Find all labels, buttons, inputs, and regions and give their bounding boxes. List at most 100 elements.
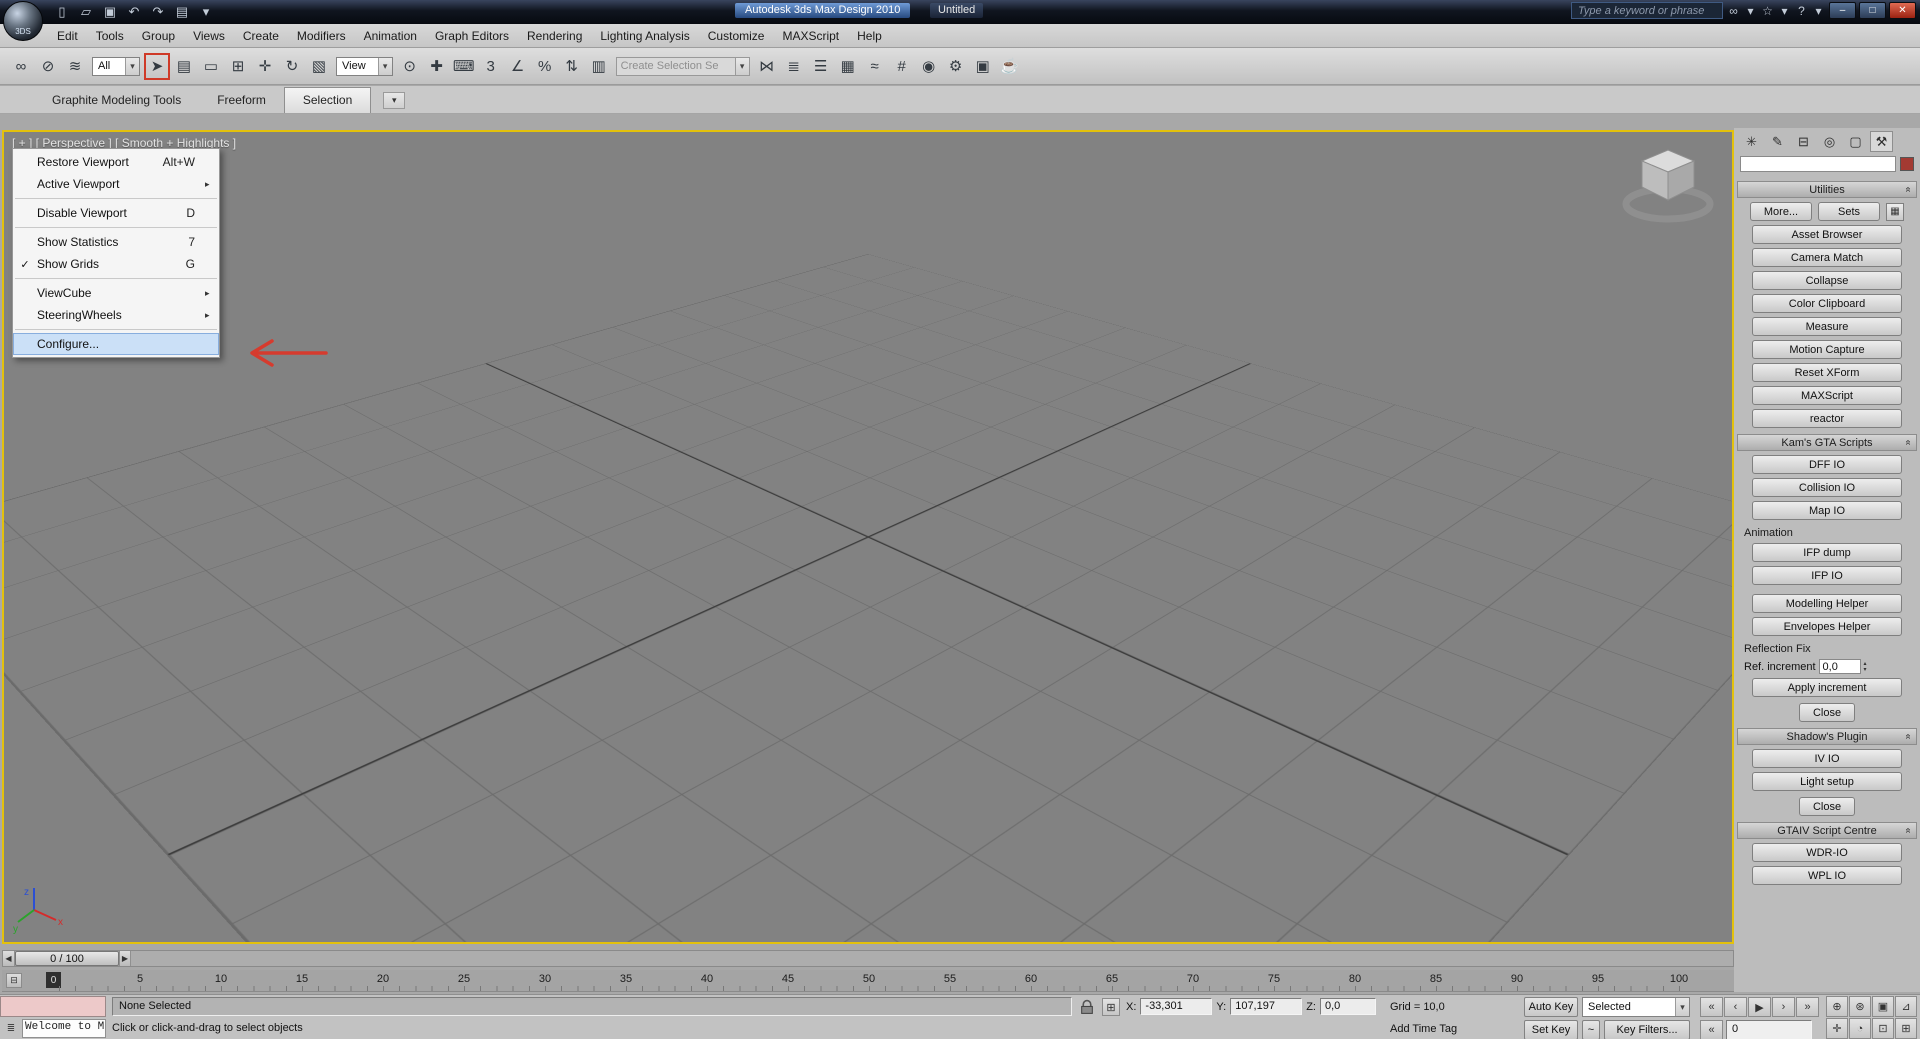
auto-key-button[interactable]: Auto Key bbox=[1524, 997, 1578, 1017]
quick-access-options-icon[interactable]: ▾ bbox=[196, 2, 216, 21]
play-button[interactable]: ▶ bbox=[1748, 997, 1771, 1017]
help-icon[interactable]: ? bbox=[1794, 4, 1809, 18]
utility-button[interactable]: Camera Match bbox=[1752, 248, 1902, 267]
render-setup-icon[interactable]: ⚙ bbox=[943, 53, 969, 80]
apply-increment-button[interactable]: Apply increment bbox=[1752, 678, 1902, 697]
orbit-icon[interactable]: ◔ bbox=[1849, 1018, 1871, 1039]
kams-button[interactable]: Envelopes Helper bbox=[1752, 617, 1902, 636]
macro-recorder-strip[interactable] bbox=[0, 996, 106, 1017]
menu-item[interactable]: Customize bbox=[699, 26, 774, 46]
menu-item[interactable]: Graph Editors bbox=[426, 26, 518, 46]
unlink-selection-icon[interactable]: ⊘ bbox=[35, 53, 61, 80]
utility-button[interactable]: Color Clipboard bbox=[1752, 294, 1902, 313]
menu-item[interactable]: Help bbox=[848, 26, 891, 46]
previous-frame-button[interactable]: ‹ bbox=[1724, 997, 1747, 1017]
add-time-tag[interactable]: Add Time Tag bbox=[1390, 1023, 1457, 1035]
dropdown-arrow-icon[interactable]: ▾ bbox=[1675, 998, 1689, 1016]
application-menu-button[interactable]: 3DS bbox=[3, 1, 43, 41]
menu-item[interactable]: Create bbox=[234, 26, 288, 46]
ribbon-tab[interactable]: Selection bbox=[283, 87, 372, 113]
undo-icon[interactable]: ↶ bbox=[124, 2, 144, 21]
named-selection-combobox[interactable]: Create Selection Se ▾ bbox=[615, 56, 750, 76]
selection-filter-dropdown[interactable]: All ▾ bbox=[92, 56, 140, 76]
minimize-button[interactable]: – bbox=[1829, 2, 1856, 19]
open-file-icon[interactable]: ▱ bbox=[76, 2, 96, 21]
menu-item[interactable]: Edit bbox=[48, 26, 87, 46]
panel-text-field[interactable] bbox=[1740, 156, 1896, 172]
menu-item[interactable]: MAXScript bbox=[773, 26, 848, 46]
display-tab[interactable]: ▢ bbox=[1844, 131, 1867, 152]
context-menu-item-configure[interactable]: Configure... bbox=[13, 333, 219, 355]
maximize-viewport-toggle-icon[interactable]: ⊞ bbox=[1895, 1018, 1917, 1039]
next-frame-arrow[interactable]: ▶ bbox=[119, 951, 131, 966]
menu-item[interactable]: Rendering bbox=[518, 26, 591, 46]
kams-button[interactable]: IFP dump bbox=[1752, 543, 1902, 562]
shadows-close-button[interactable]: Close bbox=[1799, 797, 1855, 816]
angle-snap-icon[interactable]: ∠ bbox=[505, 53, 531, 80]
motion-tab[interactable]: ◎ bbox=[1818, 131, 1841, 152]
menu-item[interactable]: Modifiers bbox=[288, 26, 355, 46]
ribbon-options-icon[interactable]: ▾ bbox=[383, 92, 406, 109]
context-menu-item-show-grids[interactable]: ✓ Show Grids G bbox=[13, 253, 219, 275]
redo-icon[interactable]: ↷ bbox=[148, 2, 168, 21]
menu-item[interactable]: Lighting Analysis bbox=[591, 26, 698, 46]
zoom-region-icon[interactable]: ⊡ bbox=[1872, 1018, 1894, 1039]
curve-editor-icon[interactable]: ≈ bbox=[862, 53, 888, 80]
sets-list-icon[interactable]: ▦ bbox=[1886, 202, 1904, 221]
next-frame-button[interactable]: › bbox=[1772, 997, 1795, 1017]
gtaiv-button[interactable]: WPL IO bbox=[1752, 866, 1902, 885]
save-file-icon[interactable]: ▣ bbox=[100, 2, 120, 21]
search-binoculars-icon[interactable]: ∞ bbox=[1726, 4, 1741, 18]
utility-button[interactable]: Asset Browser bbox=[1752, 225, 1902, 244]
utility-button[interactable]: Measure bbox=[1752, 317, 1902, 336]
use-pivot-center-icon[interactable]: ⊙ bbox=[397, 53, 423, 80]
align-icon[interactable]: ≣ bbox=[781, 53, 807, 80]
select-rotate-icon[interactable]: ↻ bbox=[279, 53, 305, 80]
mini-listener-icon[interactable]: ≣ bbox=[3, 1021, 19, 1036]
key-mode-toggle-button[interactable]: « bbox=[1700, 1020, 1723, 1039]
edit-named-selections-icon[interactable]: ▥ bbox=[586, 53, 612, 80]
percent-snap-icon[interactable]: % bbox=[532, 53, 558, 80]
maxscript-mini-listener[interactable]: Welcome to M bbox=[22, 1019, 106, 1038]
select-scale-icon[interactable]: ▧ bbox=[306, 53, 332, 80]
z-coordinate-input[interactable]: 0,0 bbox=[1319, 998, 1376, 1015]
time-slider-track[interactable]: ◀ 0 / 100 ▶ bbox=[2, 950, 1734, 967]
mirror-icon[interactable]: ⋈ bbox=[754, 53, 780, 80]
key-filters-button[interactable]: Key Filters... bbox=[1604, 1020, 1690, 1039]
context-menu-item-disable-viewport[interactable]: Disable Viewport D bbox=[13, 202, 219, 224]
rendered-frame-icon[interactable]: ▣ bbox=[970, 53, 996, 80]
selection-set-dropdown[interactable]: Selected ▾ bbox=[1582, 997, 1690, 1017]
menu-item[interactable]: Views bbox=[184, 26, 234, 46]
menu-item[interactable]: Animation bbox=[355, 26, 426, 46]
layer-manager-icon[interactable]: ☰ bbox=[808, 53, 834, 80]
window-crossing-icon[interactable]: ⊞ bbox=[225, 53, 251, 80]
y-coordinate-input[interactable]: 107,197 bbox=[1230, 998, 1303, 1015]
kams-button[interactable]: Map IO bbox=[1752, 501, 1902, 520]
dropdown-arrow-icon[interactable]: ▾ bbox=[125, 57, 139, 75]
reference-coordinate-dropdown[interactable]: View ▾ bbox=[336, 56, 393, 76]
go-to-start-button[interactable]: « bbox=[1700, 997, 1723, 1017]
gtaiv-button[interactable]: WDR-IO bbox=[1752, 843, 1902, 862]
rollout-header-gtaiv[interactable]: GTAIV Script Centre « bbox=[1737, 822, 1917, 839]
modify-tab[interactable]: ✎ bbox=[1766, 131, 1789, 152]
current-frame-input[interactable]: 0 bbox=[1726, 1020, 1812, 1039]
utility-button[interactable]: MAXScript bbox=[1752, 386, 1902, 405]
menu-item[interactable]: Tools bbox=[87, 26, 133, 46]
dropdown-arrow-icon[interactable]: ▾ bbox=[377, 57, 392, 75]
ref-increment-input[interactable]: 0,0 bbox=[1818, 659, 1861, 674]
material-editor-icon[interactable]: ◉ bbox=[916, 53, 942, 80]
snaps-toggle-icon[interactable]: 3 bbox=[478, 53, 504, 80]
select-and-link-icon[interactable]: ∞ bbox=[8, 53, 34, 80]
zoom-icon[interactable]: ⊕ bbox=[1826, 996, 1848, 1017]
more-button[interactable]: More... bbox=[1750, 202, 1812, 221]
utilities-tab[interactable]: ⚒ bbox=[1870, 131, 1893, 152]
shadows-button[interactable]: Light setup bbox=[1752, 772, 1902, 791]
spinner-snap-icon[interactable]: ⇅ bbox=[559, 53, 585, 80]
ref-increment-spinner[interactable]: ▴ ▾ bbox=[1864, 661, 1867, 673]
color-swatch[interactable] bbox=[1900, 157, 1914, 171]
absolute-mode-icon[interactable]: ⊞ bbox=[1102, 998, 1120, 1016]
perspective-viewport[interactable]: [ + ] [ Perspective ] [ Smooth + Highlig… bbox=[2, 130, 1734, 944]
rollout-header-kams[interactable]: Kam's GTA Scripts « bbox=[1737, 434, 1917, 451]
help-options-icon[interactable]: ▾ bbox=[1811, 4, 1826, 18]
context-menu-item-active-viewport[interactable]: Active Viewport ▸ bbox=[13, 173, 219, 195]
